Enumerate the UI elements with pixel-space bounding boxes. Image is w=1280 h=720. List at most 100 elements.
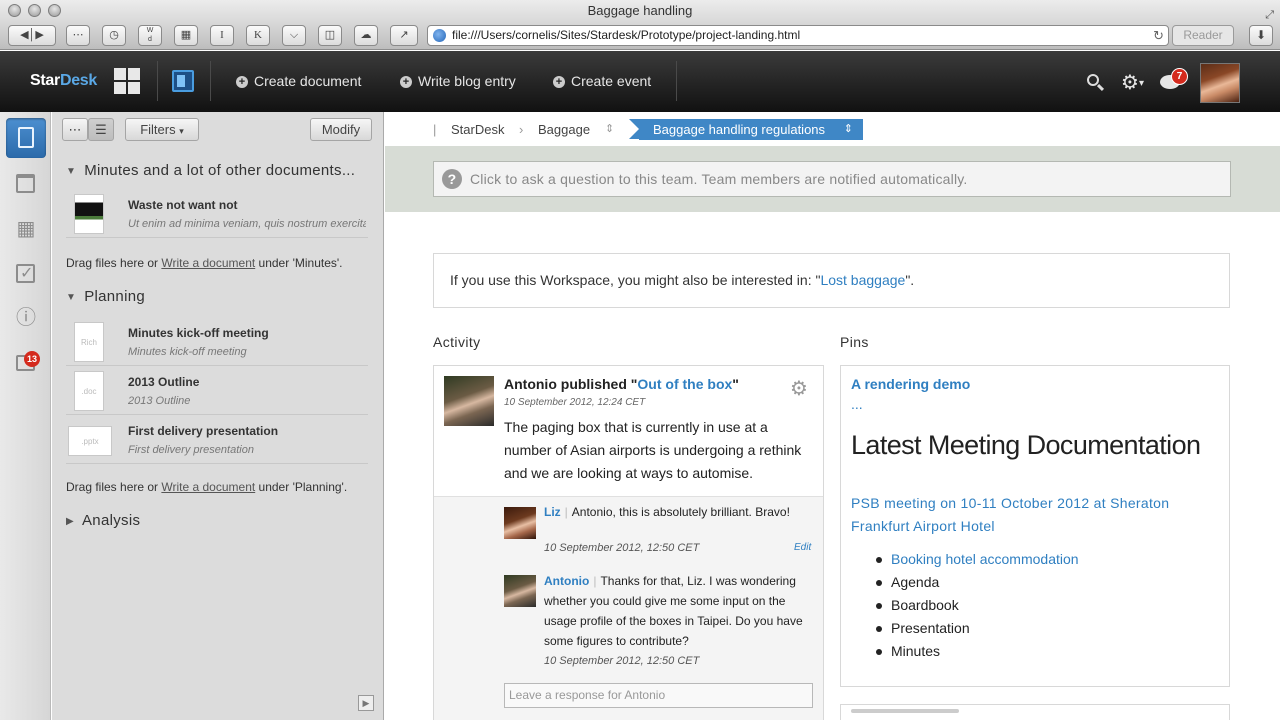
write-document-link[interactable]: Write a document — [161, 480, 255, 494]
kindle-icon[interactable]: K — [246, 25, 270, 46]
chevron-right-icon: › — [519, 122, 524, 137]
avatar[interactable] — [504, 507, 536, 539]
instapaper-icon[interactable]: I — [210, 25, 234, 46]
doc-item[interactable]: Rich Minutes kick-off meeting Minutes ki… — [66, 318, 368, 366]
word-icon[interactable]: Wd — [138, 25, 162, 46]
section-planning-header[interactable]: ▼ Planning — [66, 288, 145, 305]
comment-date: 10 September 2012, 12:50 CET — [544, 542, 700, 554]
document-thumbnail: Rich — [74, 322, 104, 362]
collapse-sidebar-icon[interactable]: ▶ — [358, 695, 374, 711]
gear-icon[interactable]: ⚙ — [790, 376, 808, 401]
puzzle-icon[interactable]: ▦ — [174, 25, 198, 46]
icon-rail: ▦ ✓ ⓘ 13 — [0, 112, 51, 720]
divider — [210, 61, 211, 101]
collapsed-triangle-icon: ▶ — [66, 516, 74, 527]
back-forward-buttons[interactable]: ◀│▶ — [8, 25, 56, 46]
ask-question-input[interactable]: ? Click to ask a question to this team. … — [433, 161, 1231, 197]
doc-item[interactable]: .doc 2013 Outline 2013 Outline — [66, 367, 368, 415]
doc-item[interactable]: Waste not want not Ut enim ad minima ven… — [66, 190, 368, 238]
doc-item[interactable]: .pptx First delivery presentation First … — [66, 416, 368, 464]
out-of-the-box-link[interactable]: Out of the box — [637, 376, 732, 392]
reload-icon[interactable]: ↻ — [1153, 26, 1164, 45]
section-analysis-header[interactable]: ▶ Analysis — [66, 512, 140, 529]
question-icon: ? — [442, 169, 462, 189]
edit-comment-link[interactable]: Edit — [794, 542, 811, 553]
divider — [157, 61, 158, 101]
doc-title: Minutes kick-off meeting — [128, 326, 269, 340]
doc-subtitle: Ut enim ad minima veniam, quis nostrum e… — [128, 218, 366, 230]
grid-icon[interactable]: ▦ — [6, 209, 46, 249]
dashboard-icon[interactable] — [114, 68, 142, 96]
response-input[interactable]: Leave a response for Antonio — [504, 683, 813, 708]
document-thumbnail: .doc — [74, 371, 104, 411]
calendar-icon[interactable] — [6, 164, 46, 204]
pins-heading: Pins — [840, 334, 869, 350]
window-title: Baggage handling — [587, 3, 693, 18]
pin-heading: Latest Meeting Documentation — [851, 430, 1201, 460]
cloud-icon[interactable]: ☁ — [354, 25, 378, 46]
history-icon[interactable]: ◷ — [102, 25, 126, 46]
breadcrumb-baggage[interactable]: Baggage — [538, 122, 590, 137]
plus-icon: + — [553, 76, 565, 88]
list-view-button[interactable]: ☰ — [88, 118, 114, 141]
activity-heading: Activity — [433, 334, 481, 350]
activity-body: The paging box that is currently in use … — [504, 419, 802, 481]
tasks-check-icon[interactable]: ✓ — [6, 254, 46, 294]
window-titlebar: Baggage handling ⤢ — [0, 0, 1280, 22]
download-icon[interactable]: ⬇ — [1249, 25, 1273, 46]
zoom-window-button[interactable] — [48, 4, 61, 17]
search-icon[interactable] — [1087, 74, 1105, 92]
sidebar-toggle-icon[interactable]: ◫ — [318, 25, 342, 46]
write-blog-link[interactable]: + Write blog entry — [400, 73, 516, 89]
close-window-button[interactable] — [8, 4, 21, 17]
pins-panel-next — [840, 704, 1230, 720]
activity-panel: Antonio published "Out of the box" 10 Se… — [433, 365, 824, 720]
settings-gear-icon[interactable]: ⚙▾ — [1121, 70, 1144, 95]
sort-toggle-icon[interactable]: ⇕ — [605, 122, 614, 135]
info-icon[interactable]: ⓘ — [6, 298, 46, 338]
modify-button[interactable]: Modify — [310, 118, 372, 141]
breadcrumb: | StarDesk › Baggage ⇕ Baggage handling … — [385, 112, 1280, 146]
more-link[interactable]: ... — [851, 396, 863, 412]
workspace-icon[interactable] — [172, 70, 194, 92]
pin-list: Booking hotel accommodation Agenda Board… — [851, 548, 1211, 663]
list-item: Minutes — [851, 640, 1211, 663]
create-document-link[interactable]: + Create document — [236, 73, 361, 89]
list-item[interactable]: Booking hotel accommodation — [851, 548, 1211, 571]
reader-button[interactable]: Reader — [1172, 25, 1234, 46]
topsites-icon[interactable]: ⋯ — [66, 25, 90, 46]
lost-baggage-link[interactable]: Lost baggage — [820, 272, 905, 288]
filters-dropdown[interactable]: Filters ▾ — [125, 118, 199, 141]
avatar[interactable] — [444, 376, 494, 426]
expand-triangle-icon: ▼ — [66, 292, 77, 303]
breadcrumb-stardesk[interactable]: StarDesk — [451, 122, 504, 137]
url-text: file:///Users/cornelis/Sites/Stardesk/Pr… — [452, 28, 801, 42]
comment-text: Antonio | Thanks for that, Liz. I was wond… — [544, 574, 803, 648]
create-event-link[interactable]: + Create event — [553, 73, 651, 89]
activity-date: 10 September 2012, 12:24 CET — [504, 397, 646, 408]
stardesk-logo[interactable]: StarDesk — [30, 72, 97, 90]
pocket-icon[interactable]: ⌵ — [282, 25, 306, 46]
documents-icon[interactable] — [6, 118, 46, 158]
drag-note-planning: Drag files here or Write a document unde… — [66, 480, 348, 494]
minimize-window-button[interactable] — [28, 4, 41, 17]
address-bar[interactable]: file:///Users/cornelis/Sites/Stardesk/Pr… — [427, 25, 1169, 46]
doc-subtitle: Minutes kick-off meeting — [128, 346, 247, 358]
pins-panel: A rendering demo ... Latest Meeting Docu… — [840, 365, 1230, 687]
sort-toggle-icon[interactable]: ⇕ — [844, 119, 853, 140]
write-document-link[interactable]: Write a document — [161, 256, 255, 270]
user-avatar[interactable] — [1200, 63, 1240, 103]
list-item: Presentation — [851, 617, 1211, 640]
meeting-link[interactable]: PSB meeting on 10-11 October 2012 at She… — [851, 492, 1226, 538]
comment-author-liz[interactable]: Liz — [544, 505, 561, 519]
grid-view-button[interactable]: ⋯ — [62, 118, 88, 141]
avatar[interactable] — [504, 575, 536, 607]
comment-author-antonio[interactable]: Antonio — [544, 574, 589, 588]
share-icon[interactable]: ↗ — [390, 25, 418, 46]
section-minutes-header[interactable]: ▼ Minutes and a lot of other documents... — [66, 162, 355, 179]
divider — [676, 61, 677, 101]
rendering-demo-link[interactable]: A rendering demo — [851, 376, 970, 392]
breadcrumb-active[interactable]: Baggage handling regulations ⇕ — [629, 119, 863, 140]
ask-question-bar: ? Click to ask a question to this team. … — [385, 146, 1280, 212]
notification-badge: 7 — [1171, 68, 1188, 85]
